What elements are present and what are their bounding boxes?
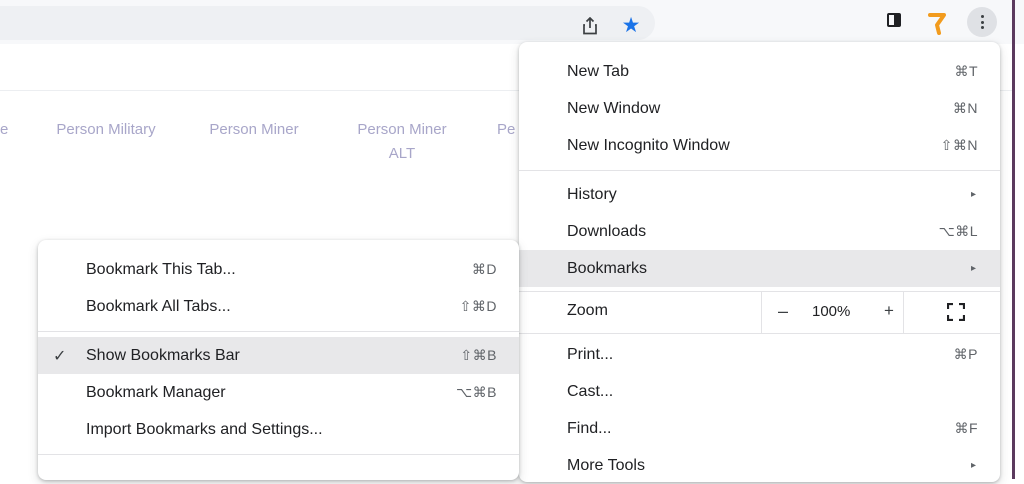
side-panel-icon[interactable] [887,13,901,27]
zoom-in-button[interactable]: + [884,301,894,321]
menu-item-bookmark-manager[interactable]: Bookmark Manager ⌥⌘B [38,374,519,411]
menu-item-find[interactable]: Find... ⌘F [519,410,1000,447]
zoom-out-button[interactable]: – [778,301,788,322]
menu-item-bookmarks[interactable]: Bookmarks ▸ [519,250,1000,287]
menu-separator [38,331,519,332]
zoom-row: Zoom – 100% + [519,292,1000,333]
menu-item-bookmark-all-tabs[interactable]: Bookmark All Tabs... ⇧⌘D [38,288,519,325]
person-link[interactable]: Person Miner [196,118,312,142]
menu-item-new-window[interactable]: New Window ⌘N [519,90,1000,127]
submenu-arrow-icon: ▸ [970,460,976,471]
person-link-cut[interactable]: Pe [497,118,515,142]
menu-separator [519,333,1000,334]
person-link[interactable]: Person Military [46,118,166,142]
bookmarks-submenu: Bookmark This Tab... ⌘D Bookmark All Tab… [38,240,519,480]
menu-item-downloads[interactable]: Downloads ⌥⌘L [519,213,1000,250]
menu-item-show-bookmarks-bar[interactable]: ✓ Show Bookmarks Bar ⇧⌘B [38,337,519,374]
zoom-controls: – 100% + [761,292,904,333]
fullscreen-icon[interactable] [946,302,966,322]
menu-separator [38,454,519,455]
menu-item-new-incognito-window[interactable]: New Incognito Window ⇧⌘N [519,127,1000,164]
address-bar[interactable]: ★ [0,6,655,40]
browser-main-menu: New Tab ⌘T New Window ⌘N New Incognito W… [519,42,1000,482]
zoom-label: Zoom [567,302,608,319]
zoom-level: 100% [812,303,851,320]
menu-item-print[interactable]: Print... ⌘P [519,336,1000,373]
person-link-cut[interactable]: e [0,118,8,142]
menu-item-more-tools[interactable]: More Tools ▸ [519,447,1000,484]
extension-icon[interactable] [925,9,951,35]
menu-item-import-bookmarks[interactable]: Import Bookmarks and Settings... [38,411,519,448]
person-link[interactable]: Person Miner ALT [344,118,460,166]
submenu-arrow-icon: ▸ [970,263,976,274]
submenu-arrow-icon: ▸ [970,189,976,200]
menu-item-bookmark-this-tab[interactable]: Bookmark This Tab... ⌘D [38,251,519,288]
bookmark-star-icon[interactable]: ★ [621,15,641,36]
menu-item-new-tab[interactable]: New Tab ⌘T [519,53,1000,90]
window-edge [1012,0,1015,479]
share-icon[interactable] [580,16,600,36]
more-menu-icon[interactable] [967,7,997,37]
menu-item-history[interactable]: History ▸ [519,176,1000,213]
browser-toolbar: ★ [0,0,1024,44]
menu-separator [519,170,1000,171]
menu-item-cast[interactable]: Cast... [519,373,1000,410]
checkmark-icon: ✓ [53,347,67,365]
